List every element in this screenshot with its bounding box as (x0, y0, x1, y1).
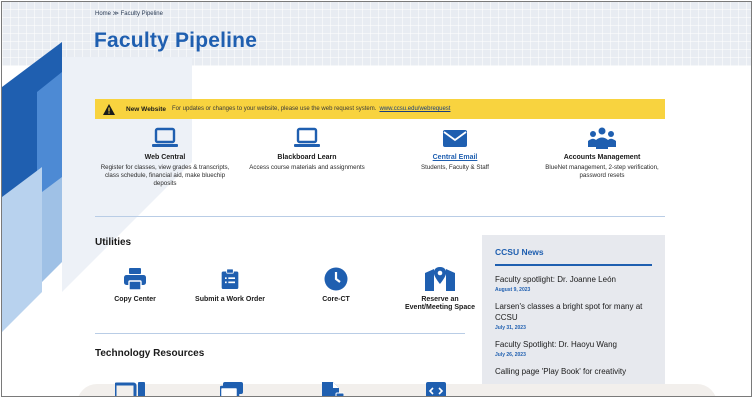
envelope-icon (443, 130, 467, 147)
quick-link-desc: Register for classes, view grades & tran… (100, 164, 230, 187)
alert-banner: New Website For updates or changes to yo… (95, 99, 665, 119)
news-headline[interactable]: Larsen's classes a bright spot for many … (495, 301, 652, 323)
quick-link-title[interactable]: Central Email (385, 154, 525, 162)
alert-text: For updates or changes to your website, … (171, 106, 377, 112)
users-icon (588, 127, 616, 149)
quick-link-desc: BlueNet management, 2-step verification,… (545, 164, 659, 179)
news-item[interactable]: Faculty Spotlight: Dr. Haoyu Wang July 2… (495, 339, 652, 358)
utility-label: Reserve an Event/Meeting Space (404, 296, 476, 311)
utility-label: Core-CT (322, 296, 350, 303)
news-headline[interactable]: Calling page 'Play Book' for creativity (495, 366, 652, 377)
news-item[interactable]: Larsen's classes a bright spot for many … (495, 301, 652, 331)
news-date: August 9, 2023 (495, 287, 531, 293)
utilities-heading: Utilities (95, 237, 132, 248)
technology-heading: Technology Resources (95, 348, 205, 359)
divider (95, 216, 665, 217)
quick-link-accounts[interactable]: Accounts Management BlueNet management, … (532, 127, 672, 180)
news-panel: CCSU News Faculty spotlight: Dr. Joanne … (482, 235, 665, 396)
news-item[interactable]: Calling page 'Play Book' for creativity (495, 366, 652, 377)
clock-icon (324, 267, 348, 291)
quick-link-desc: Students, Faculty & Staff (421, 164, 489, 171)
utility-label: Copy Center (114, 296, 156, 303)
quick-link-web-central[interactable]: Web Central Register for classes, view g… (95, 127, 235, 188)
quick-link-desc: Access course materials and assignments (249, 164, 365, 171)
news-heading: CCSU News (495, 247, 544, 257)
quick-link-title: Blackboard Learn (277, 154, 337, 161)
devices-icon[interactable] (220, 382, 244, 397)
printer-icon (124, 268, 146, 291)
news-headline[interactable]: Faculty Spotlight: Dr. Haoyu Wang (495, 339, 652, 350)
utility-label: Submit a Work Order (195, 296, 265, 303)
utility-core-ct[interactable]: Core-CT (296, 267, 376, 304)
news-date: July 26, 2023 (495, 352, 526, 358)
laptop-icon (152, 127, 178, 147)
utility-reserve-space[interactable]: Reserve an Event/Meeting Space (400, 267, 480, 312)
alert-link[interactable]: www.ccsu.edu/webrequest (379, 106, 450, 112)
quick-link-title: Accounts Management (563, 154, 641, 161)
utility-work-order[interactable]: Submit a Work Order (190, 267, 270, 304)
news-divider (495, 264, 652, 266)
news-headline[interactable]: Faculty spotlight: Dr. Joanne León (495, 274, 652, 285)
laptop-icon (294, 127, 320, 147)
computer-icon[interactable] (115, 382, 145, 397)
news-date: July 31, 2023 (495, 325, 526, 331)
divider (95, 333, 465, 334)
quick-link-blackboard[interactable]: Blackboard Learn Access course materials… (237, 127, 377, 172)
news-item[interactable]: Faculty spotlight: Dr. Joanne León Augus… (495, 274, 652, 293)
page-title: Faculty Pipeline (94, 29, 258, 52)
decorative-shapes (2, 42, 192, 332)
clipboard-icon (221, 268, 239, 289)
map-pin-icon (425, 267, 455, 291)
code-icon[interactable] (426, 382, 446, 397)
alert-title: New Website (126, 105, 166, 113)
file-lock-icon[interactable] (322, 382, 344, 397)
warning-icon (103, 103, 115, 115)
breadcrumb[interactable]: Home ≫ Faculty Pipeline (95, 10, 163, 17)
utility-copy-center[interactable]: Copy Center (95, 267, 175, 304)
quick-link-central-email[interactable]: Central Email Students, Faculty & Staff (385, 127, 525, 172)
page-frame: Home ≫ Faculty Pipeline Faculty Pipeline… (1, 1, 752, 397)
bottom-shade (77, 384, 717, 396)
quick-link-title: Web Central (144, 154, 186, 161)
